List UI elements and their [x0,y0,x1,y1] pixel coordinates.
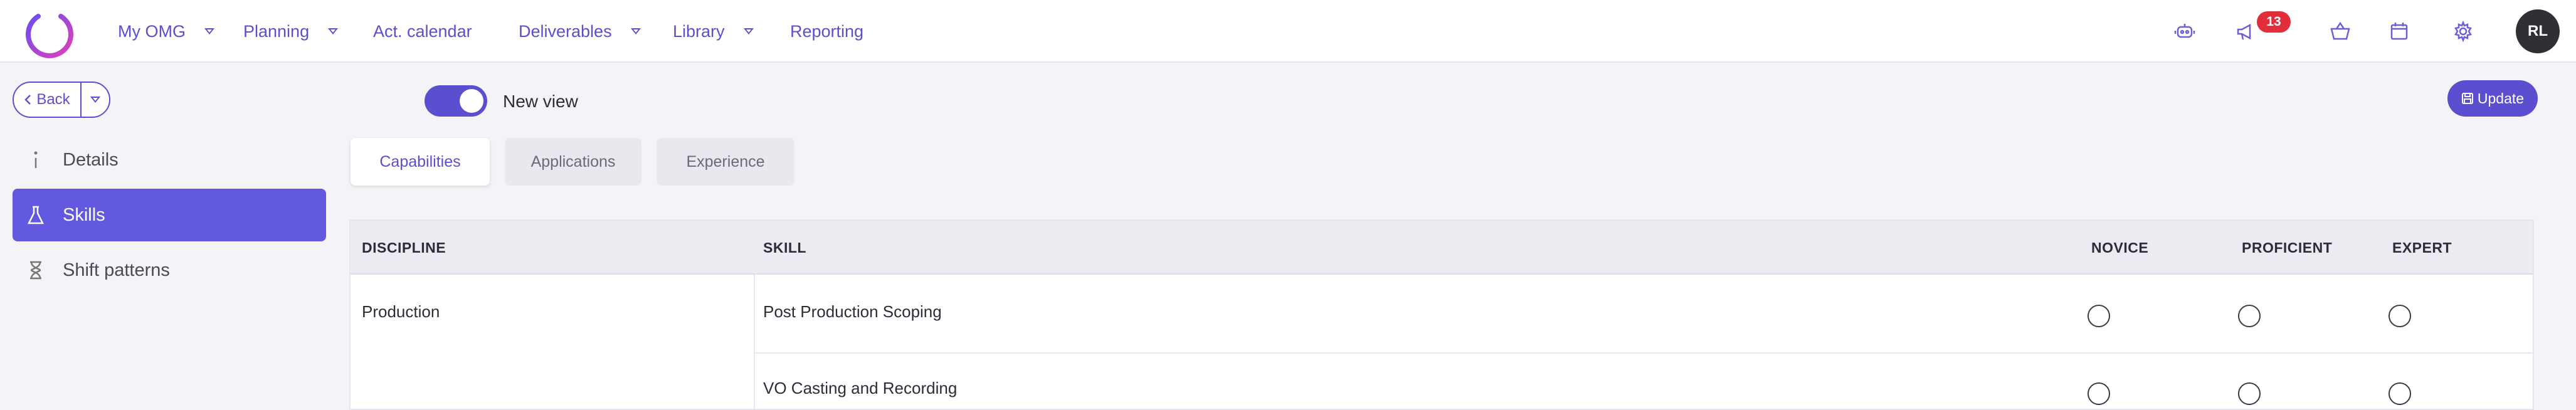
back-button-group: Back [13,81,110,118]
proficient-radio[interactable] [2238,382,2261,405]
chevron-down-icon [630,28,641,34]
chevron-down-icon [90,97,100,103]
nav-act-calendar-label: Act. calendar [373,21,472,41]
back-button[interactable]: Back [14,83,82,117]
skill-cell: VO Casting and Recording [763,379,958,397]
update-button-label: Update [2477,90,2525,107]
back-dropdown-toggle[interactable] [82,83,109,117]
novice-radio[interactable] [2088,305,2110,327]
new-view-toggle[interactable] [425,85,487,117]
nav-library-label: Library [673,21,725,41]
header-skill: SKILL [763,239,806,256]
sidebar-item-shift-patterns[interactable]: Shift patterns [13,244,326,297]
proficient-radio[interactable] [2238,305,2261,327]
update-button[interactable]: Update [2447,80,2538,117]
top-navigation-bar: My OMG Planning Act. calendar Deliverabl… [0,0,2576,63]
row-divider [755,352,2534,354]
nav-my-omg-label: My OMG [118,21,186,41]
expert-radio[interactable] [2389,382,2411,405]
novice-radio[interactable] [2088,382,2110,405]
nav-act-calendar[interactable]: Act. calendar [373,21,472,42]
tab-label: Experience [686,152,765,171]
nav-reporting-label: Reporting [790,21,864,41]
header-discipline: DISCIPLINE [362,239,446,256]
header-expert: EXPERT [2392,239,2452,256]
megaphone-icon[interactable] [2234,19,2259,44]
robot-icon[interactable] [2172,19,2197,44]
sidebar-item-skills[interactable]: Skills [13,189,326,241]
tab-label: Capabilities [379,152,461,171]
nav-deliverables[interactable]: Deliverables [519,21,641,42]
new-view-label: New view [503,92,578,111]
user-avatar[interactable]: RL [2516,9,2560,53]
save-icon [2461,93,2473,104]
header-novice: NOVICE [2091,239,2149,256]
nav-planning[interactable]: Planning [243,21,339,42]
tab-experience[interactable]: Experience [657,138,794,186]
nav-my-omg[interactable]: My OMG [118,21,214,42]
chevron-down-icon [204,28,214,34]
notification-count-badge: 13 [2257,11,2291,33]
sidebar-item-label: Skills [63,204,105,225]
skills-table: DISCIPLINE SKILL NOVICE PROFICIENT EXPER… [349,219,2534,410]
calendar-icon[interactable] [2387,19,2412,44]
omg-logo-icon[interactable] [23,5,77,59]
header-proficient: PROFICIENT [2242,239,2333,256]
chevron-left-icon [24,95,31,105]
discipline-cell: Production [362,302,440,321]
hourglass-icon [26,258,45,283]
nav-library[interactable]: Library [673,21,754,42]
tab-applications[interactable]: Applications [505,138,641,186]
flask-icon [26,202,45,228]
info-icon [26,147,45,172]
chevron-down-icon [743,28,754,34]
toggle-knob [460,89,483,113]
tab-capabilities[interactable]: Capabilities [351,138,490,186]
sidebar-item-label: Shift patterns [63,260,170,280]
back-button-label: Back [36,91,70,108]
sidebar-item-label: Details [63,149,119,170]
gear-icon[interactable] [2451,19,2476,44]
table-header: DISCIPLINE SKILL NOVICE PROFICIENT EXPER… [351,221,2533,275]
basket-icon[interactable] [2328,19,2353,44]
nav-planning-label: Planning [243,21,310,41]
expert-radio[interactable] [2389,305,2411,327]
sidebar-item-details[interactable]: Details [13,134,326,186]
nav-reporting[interactable]: Reporting [790,21,863,42]
column-divider [754,275,755,410]
chevron-down-icon [328,28,339,34]
tab-label: Applications [531,152,616,171]
skill-cell: Post Production Scoping [763,302,942,321]
nav-deliverables-label: Deliverables [519,21,612,41]
